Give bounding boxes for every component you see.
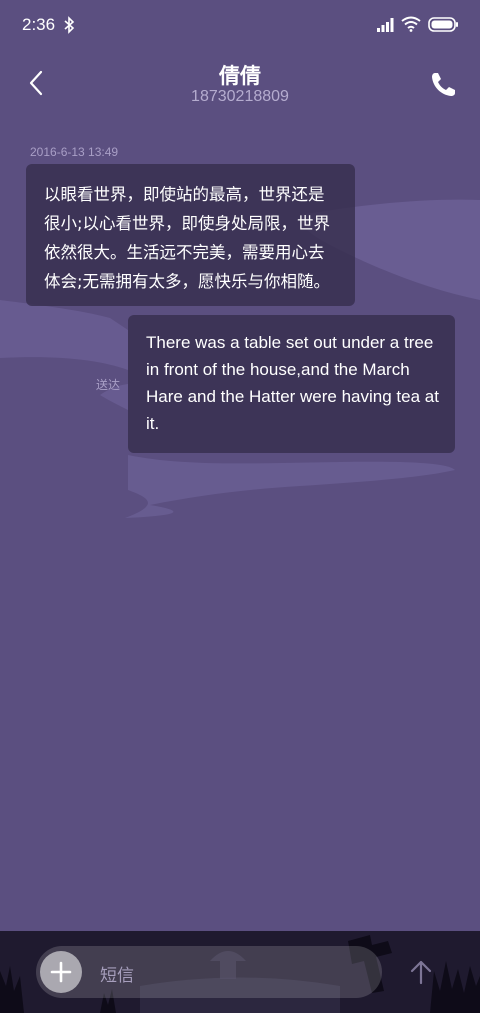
phone-icon — [432, 73, 455, 96]
status-time: 2:36 — [22, 15, 56, 34]
delivery-status: 送达 — [96, 378, 121, 392]
arrow-up-icon — [410, 960, 432, 985]
contact-name: 倩倩 — [219, 64, 261, 88]
conversation-header: 倩倩 18730218809 — [0, 52, 480, 116]
bluetooth-icon — [64, 16, 75, 34]
plus-icon — [50, 961, 72, 983]
status-bar: 2:36 — [0, 0, 480, 52]
send-button[interactable] — [405, 956, 437, 988]
message-timestamp: 2016-6-13 13:49 — [30, 145, 119, 159]
outgoing-message-text: There was a table set out under a tree i… — [146, 333, 439, 433]
add-attachment-button[interactable] — [40, 951, 82, 993]
incoming-message-text: 以眼看世界，即使站的最高，世界还是很小;以心看世界，即使身处局限，世界依然很大。… — [44, 185, 331, 291]
wifi-icon — [401, 16, 421, 32]
signal-icon — [377, 18, 394, 32]
contact-number: 18730218809 — [191, 88, 289, 105]
call-button[interactable] — [428, 70, 458, 100]
message-input[interactable]: 短信 — [100, 961, 370, 986]
battery-icon — [428, 17, 458, 32]
incoming-message-bubble[interactable]: 以眼看世界，即使站的最高，世界还是很小;以心看世界，即使身处局限，世界依然很大。… — [26, 164, 355, 306]
outgoing-message-bubble[interactable]: There was a table set out under a tree i… — [128, 315, 455, 453]
